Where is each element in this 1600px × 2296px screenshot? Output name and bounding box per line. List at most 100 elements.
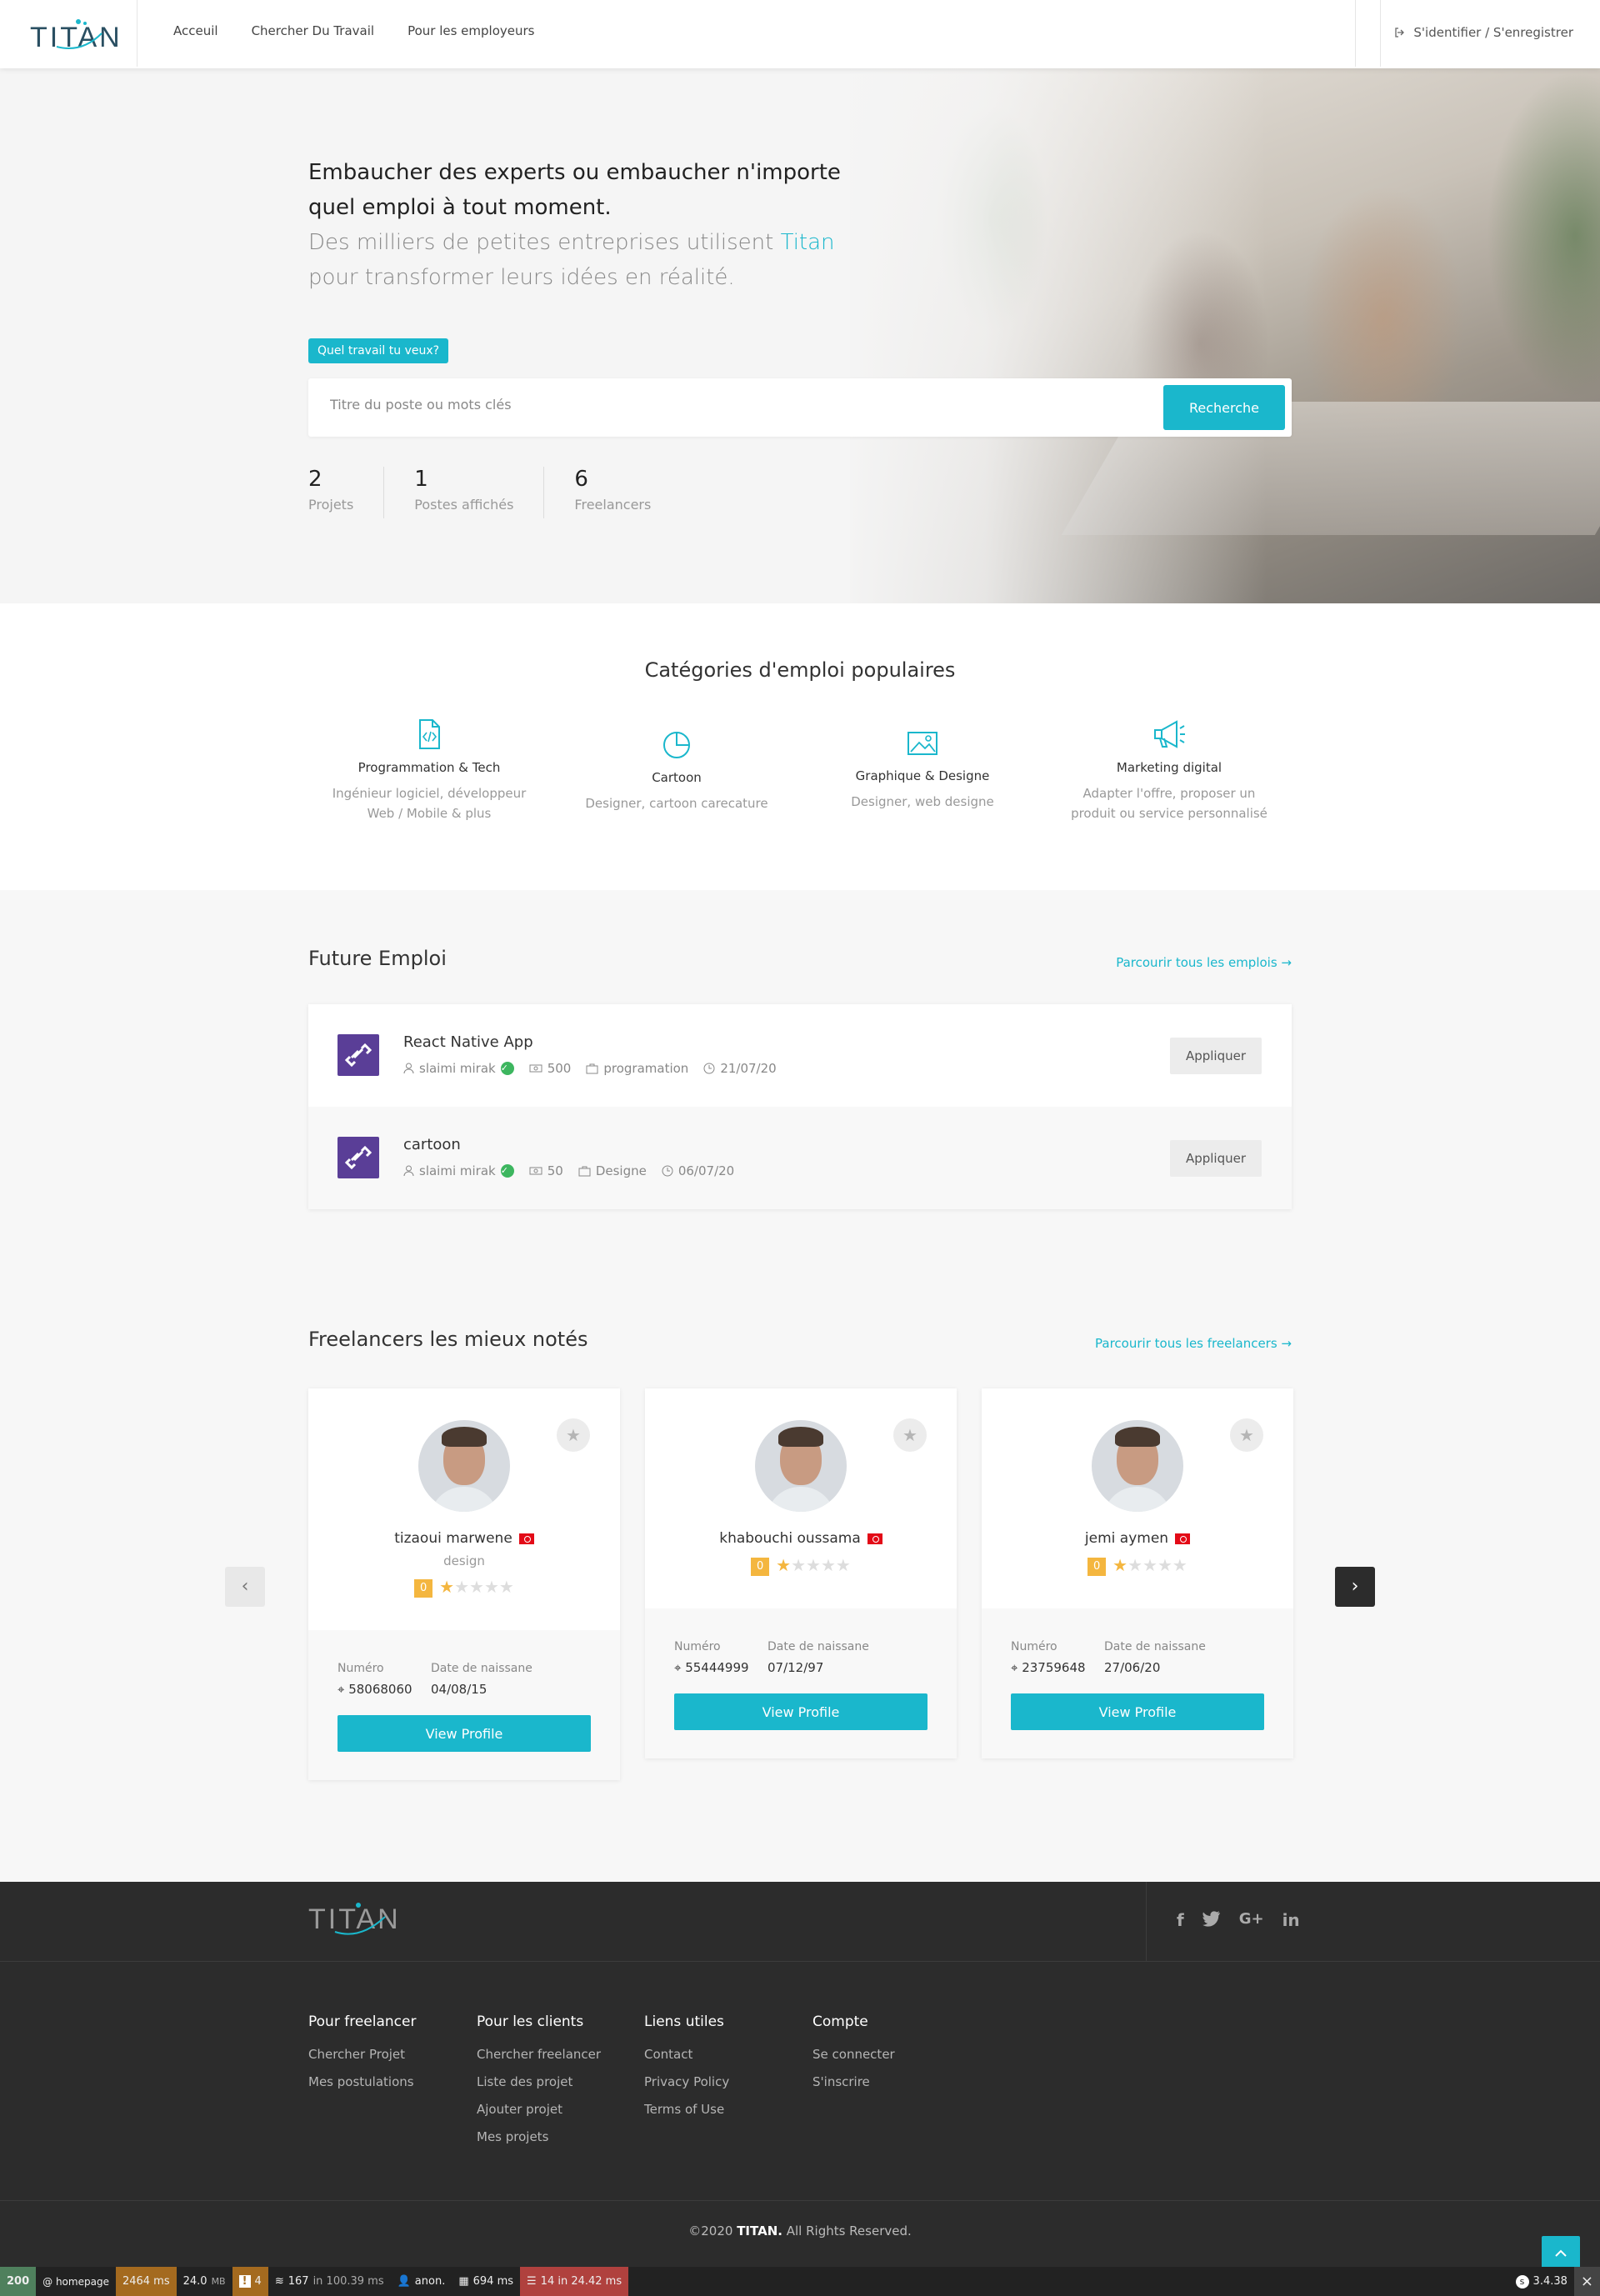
job-item[interactable]: cartoon slaimi mirak ✓ 50 Designe 06/07/2… [308, 1107, 1292, 1209]
footer-link[interactable]: Mes projets [477, 2129, 601, 2144]
birth-value: 07/12/97 [768, 1660, 824, 1675]
browse-freelancers-link[interactable]: Parcourir tous les freelancers → [1095, 1336, 1292, 1351]
close-icon[interactable]: × [1573, 2267, 1600, 2296]
debug-queries[interactable]: ≋ 167 in 100.39 ms [268, 2267, 391, 2296]
stat-label: Postes affichés [414, 497, 514, 513]
footer-link[interactable]: Mes postulations [308, 2074, 416, 2089]
freelancer-card: ★ tizaoui marwene design 0 ★★★★★ Numéro D… [308, 1388, 620, 1780]
footer-link[interactable]: Se connecter [812, 2047, 895, 2062]
code-file-icon [419, 719, 440, 749]
categories-title: Catégories d'emploi populaires [644, 658, 956, 682]
hero-section: Embaucher des experts ou embaucher n'imp… [0, 68, 1600, 603]
footer-link[interactable]: Terms of Use [644, 2102, 729, 2117]
clock-icon [703, 1063, 715, 1074]
facebook-icon[interactable]: f [1177, 1910, 1184, 1930]
category-title: Cartoon [652, 770, 702, 785]
debug-cache[interactable]: ☰ 14 in 24.42 ms [520, 2267, 629, 2296]
freelancer-name[interactable]: tizaoui marwene [308, 1530, 620, 1547]
freelancer-job: design [443, 1553, 485, 1568]
view-profile-button[interactable]: View Profile [338, 1715, 591, 1752]
hero-sub-text-2: pour transformer leurs idées en réalité. [308, 265, 735, 290]
apply-button[interactable]: Appliquer [1170, 1038, 1262, 1074]
star-favorite-icon[interactable]: ★ [893, 1418, 927, 1452]
category-marketing[interactable]: Marketing digital Adapter l'offre, propo… [1048, 718, 1290, 823]
hero-sub-text: Des milliers de petites entreprises util… [308, 230, 774, 255]
debug-version[interactable]: s 3.4.38 [1509, 2267, 1574, 2296]
job-item[interactable]: React Native App slaimi mirak ✓ 500 progr… [308, 1004, 1292, 1107]
search-button[interactable]: Recherche [1163, 385, 1285, 430]
birth-value: 04/08/15 [431, 1682, 488, 1697]
debug-forms[interactable]: ▦ 694 ms [452, 2267, 520, 2296]
footer-link[interactable]: Chercher freelancer [477, 2047, 601, 2062]
job-budget: 500 [529, 1061, 571, 1076]
nav-employers[interactable]: Pour les employeurs [408, 23, 534, 38]
job-logo-icon [338, 1034, 379, 1076]
footer-link[interactable]: Ajouter projet [477, 2102, 601, 2117]
category-title: Programmation & Tech [358, 760, 501, 775]
jobs-list: React Native App slaimi mirak ✓ 500 progr… [308, 1004, 1292, 1209]
footer-col-account: Compte Se connecter S'inscrire [812, 2013, 895, 2102]
footer-link[interactable]: Liste des projet [477, 2074, 601, 2089]
job-title[interactable]: cartoon [403, 1136, 461, 1153]
phone-value: ⌖ 23759648 [1011, 1660, 1086, 1675]
footer-link[interactable]: Contact [644, 2047, 729, 2062]
footer-logo[interactable]: TITAN [308, 1898, 408, 1940]
avatar[interactable] [755, 1420, 847, 1512]
job-user[interactable]: slaimi mirak ✓ [403, 1163, 514, 1178]
view-profile-button[interactable]: View Profile [1011, 1693, 1264, 1730]
job-budget: 50 [529, 1163, 563, 1178]
titan-logo[interactable]: TITAN [30, 17, 120, 53]
symfony-icon: s [1515, 2274, 1529, 2288]
star-favorite-icon[interactable]: ★ [557, 1418, 590, 1452]
footer-col-freelancer: Pour freelancer Chercher Projet Mes post… [308, 2013, 416, 2102]
flag-icon [1175, 1533, 1191, 1544]
apply-button[interactable]: Appliquer [1170, 1140, 1262, 1177]
job-title[interactable]: React Native App [403, 1033, 533, 1051]
footer-link[interactable]: Chercher Projet [308, 2047, 416, 2062]
freelancer-name[interactable]: khabouchi oussama [645, 1530, 957, 1547]
money-icon [529, 1064, 542, 1073]
twitter-icon[interactable] [1202, 1910, 1221, 1927]
user-icon [403, 1165, 414, 1177]
avatar[interactable] [1092, 1420, 1183, 1512]
site-footer: TITAN f G+ in Pour freelancer Chercher P… [0, 1882, 1600, 2267]
footer-link[interactable]: S'inscrire [812, 2074, 895, 2089]
category-graphic[interactable]: Graphique & Designe Designer, web design… [802, 728, 1043, 812]
job-user[interactable]: slaimi mirak ✓ [403, 1061, 514, 1076]
debug-status[interactable]: 200 [0, 2267, 37, 2296]
star-favorite-icon[interactable]: ★ [1230, 1418, 1263, 1452]
category-cartoon[interactable]: Cartoon Designer, cartoon carecature [556, 728, 798, 813]
logo-swoosh-icon [334, 1903, 386, 1935]
job-date: 21/07/20 [703, 1061, 777, 1076]
carousel-next-button[interactable]: › [1335, 1567, 1375, 1607]
signin-link[interactable]: S'identifier / S'enregistrer [1393, 25, 1573, 40]
footer-link[interactable]: Privacy Policy [644, 2074, 729, 2089]
nav-find-work[interactable]: Chercher Du Travail [252, 23, 375, 38]
footer-col-title: Pour freelancer [308, 2013, 417, 2030]
debug-memory[interactable]: 24.0 MB [177, 2267, 232, 2296]
debug-route[interactable]: @ homepage [36, 2267, 116, 2296]
debug-time[interactable]: 2464 ms [115, 2267, 177, 2296]
linkedin-icon[interactable]: in [1282, 1910, 1300, 1930]
warning-icon: ! [238, 2275, 251, 2288]
search-input[interactable] [330, 397, 1080, 413]
money-icon [529, 1167, 542, 1175]
debug-user[interactable]: 👤 anon. [391, 2267, 452, 2296]
category-programming[interactable]: Programmation & Tech Ingénieur logiciel,… [308, 718, 550, 823]
view-profile-button[interactable]: View Profile [674, 1693, 928, 1730]
rating-count: 0 [414, 1578, 433, 1598]
megaphone-icon [1154, 720, 1185, 748]
form-icon: ▦ [458, 2275, 469, 2288]
browse-jobs-link[interactable]: Parcourir tous les emplois → [1116, 955, 1292, 970]
job-date: 06/07/20 [662, 1163, 734, 1178]
carousel-prev-button[interactable]: ‹ [225, 1567, 265, 1607]
avatar[interactable] [418, 1420, 510, 1512]
scroll-top-button[interactable] [1542, 2236, 1580, 2269]
freelancer-name[interactable]: jemi aymen [982, 1530, 1293, 1547]
footer-col-title: Compte [812, 2013, 868, 2030]
debug-toolbar: 200 @ homepage 2464 ms 24.0 MB ! 4 ≋ 167 in … [0, 2267, 1600, 2296]
google-plus-icon[interactable]: G+ [1239, 1910, 1264, 1930]
nav-home[interactable]: Acceuil [173, 23, 218, 38]
rating: 0 ★★★★★ [645, 1555, 957, 1576]
debug-warnings[interactable]: ! 4 [232, 2267, 268, 2296]
